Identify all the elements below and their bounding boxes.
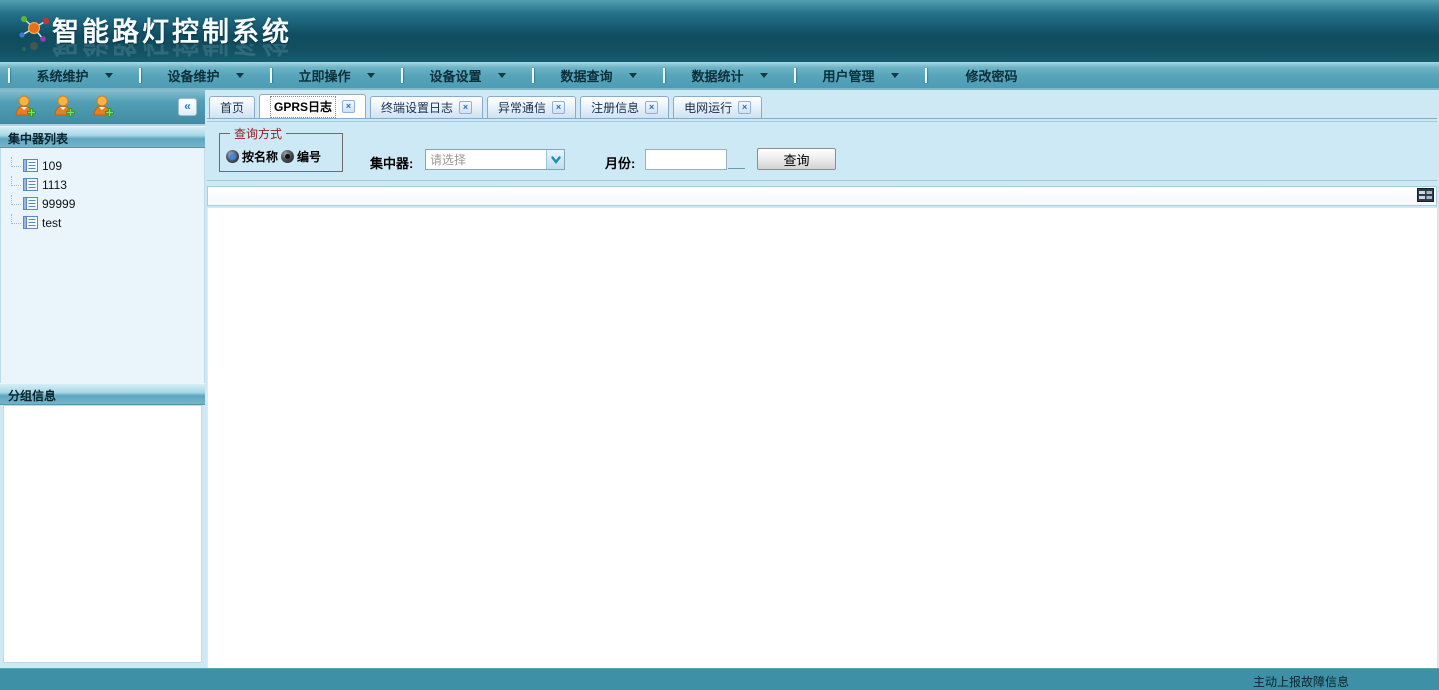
menu-separator: [794, 68, 796, 83]
tab-close-icon[interactable]: ×: [459, 101, 472, 114]
menu-item-change-password[interactable]: 修改密码: [929, 62, 1054, 88]
add-user-icon[interactable]: [52, 94, 77, 121]
tree-item-concentrator[interactable]: 1113: [11, 175, 204, 194]
menu-item-data-query[interactable]: 数据查询: [536, 62, 661, 88]
concentrator-node-icon: [23, 159, 38, 172]
main-region: « 集中器列表 109 1113: [0, 90, 1439, 668]
menu-separator: [532, 68, 534, 83]
add-user-icon[interactable]: [13, 94, 38, 121]
tab-close-icon[interactable]: ×: [738, 101, 751, 114]
search-button[interactable]: 查询: [757, 148, 836, 170]
chevron-down-icon: [236, 73, 244, 78]
tab-home[interactable]: 首页: [209, 96, 255, 118]
query-mode-legend: 查询方式: [230, 125, 286, 142]
tab-terminal-settings-log[interactable]: 终端设置日志 ×: [370, 96, 483, 118]
chevron-down-icon: [367, 73, 375, 78]
tab-registration-info[interactable]: 注册信息 ×: [580, 96, 669, 118]
menu-separator: [8, 68, 10, 83]
concentrator-node-icon: [23, 178, 38, 191]
menu-separator: [925, 68, 927, 83]
menu-separator: [663, 68, 665, 83]
app-logo-molecule-icon: [16, 12, 54, 55]
combo-dropdown-icon[interactable]: [546, 150, 564, 169]
chevron-down-icon: [629, 73, 637, 78]
query-panel: 查询方式 按名称 编号 集中器: 请选择 月份: 查询: [207, 121, 1437, 181]
grid-columns-icon[interactable]: [1417, 188, 1434, 205]
grid-toolbar: [207, 186, 1437, 206]
month-input[interactable]: [645, 149, 727, 170]
radio-by-name-label: 按名称: [242, 148, 278, 165]
month-label: 月份:: [605, 153, 635, 172]
tabstrip: 首页 GPRS日志 × 终端设置日志 × 异常通信 × 注册信息 × 电网运行 …: [207, 90, 1437, 119]
menu-item-system-maintenance[interactable]: 系统维护: [12, 62, 137, 88]
sidebar-toolbar: «: [0, 90, 205, 126]
concentrator-node-icon: [23, 197, 38, 210]
concentrator-label: 集中器:: [370, 153, 413, 172]
radio-by-name[interactable]: [226, 150, 239, 163]
statusbar: 主动上报故障信息: [0, 668, 1439, 690]
radio-by-number-label: 编号: [297, 148, 321, 165]
tree-item-concentrator[interactable]: 109: [11, 156, 204, 175]
tab-gprs-log[interactable]: GPRS日志 ×: [259, 94, 366, 118]
tree-item-concentrator[interactable]: 99999: [11, 194, 204, 213]
menu-item-immediate-operation[interactable]: 立即操作: [274, 62, 399, 88]
menu-item-user-management[interactable]: 用户管理: [798, 62, 923, 88]
menu-item-data-statistics[interactable]: 数据统计: [667, 62, 792, 88]
menu-item-device-settings[interactable]: 设备设置: [405, 62, 530, 88]
concentrator-select[interactable]: 请选择: [425, 149, 565, 170]
tab-grid-operation[interactable]: 电网运行 ×: [673, 96, 762, 118]
app-title-reflection: 智能路灯控制系统: [52, 44, 292, 62]
content-region: 首页 GPRS日志 × 终端设置日志 × 异常通信 × 注册信息 × 电网运行 …: [205, 90, 1439, 668]
status-message[interactable]: 主动上报故障信息: [1253, 673, 1349, 690]
month-input-underline: [728, 168, 745, 169]
tab-close-icon[interactable]: ×: [552, 101, 565, 114]
menu-separator: [270, 68, 272, 83]
sidebar: « 集中器列表 109 1113: [0, 90, 205, 668]
query-mode-fieldset: 查询方式 按名称 编号: [219, 125, 343, 172]
sidebar-collapse-button[interactable]: «: [178, 98, 197, 116]
concentrator-list-header[interactable]: 集中器列表: [0, 126, 205, 148]
group-info-panel: [3, 405, 202, 663]
tab-abnormal-communication[interactable]: 异常通信 ×: [487, 96, 576, 118]
concentrator-node-icon: [23, 216, 38, 229]
chevron-down-icon: [105, 73, 113, 78]
add-user-icon[interactable]: [91, 94, 116, 121]
menu-separator: [401, 68, 403, 83]
main-menubar: 系统维护 设备维护 立即操作 设备设置 数据查询 数据统计 用户管理 修改密码: [0, 62, 1439, 90]
menu-separator: [139, 68, 141, 83]
concentrator-select-value: 请选择: [426, 151, 546, 168]
app-header: 智能路灯控制系统 智能路灯控制系统: [0, 0, 1439, 62]
chevron-down-icon: [760, 73, 768, 78]
tree-item-concentrator[interactable]: test: [11, 213, 204, 232]
concentrator-tree: 109 1113 99999: [0, 148, 205, 383]
tab-close-icon[interactable]: ×: [645, 101, 658, 114]
chevron-down-icon: [498, 73, 506, 78]
tab-close-icon[interactable]: ×: [342, 100, 355, 113]
radio-by-number[interactable]: [281, 150, 294, 163]
group-info-header[interactable]: 分组信息: [0, 383, 205, 405]
chevron-down-icon: [891, 73, 899, 78]
menu-item-device-maintenance[interactable]: 设备维护: [143, 62, 268, 88]
result-work-area: [207, 208, 1437, 668]
